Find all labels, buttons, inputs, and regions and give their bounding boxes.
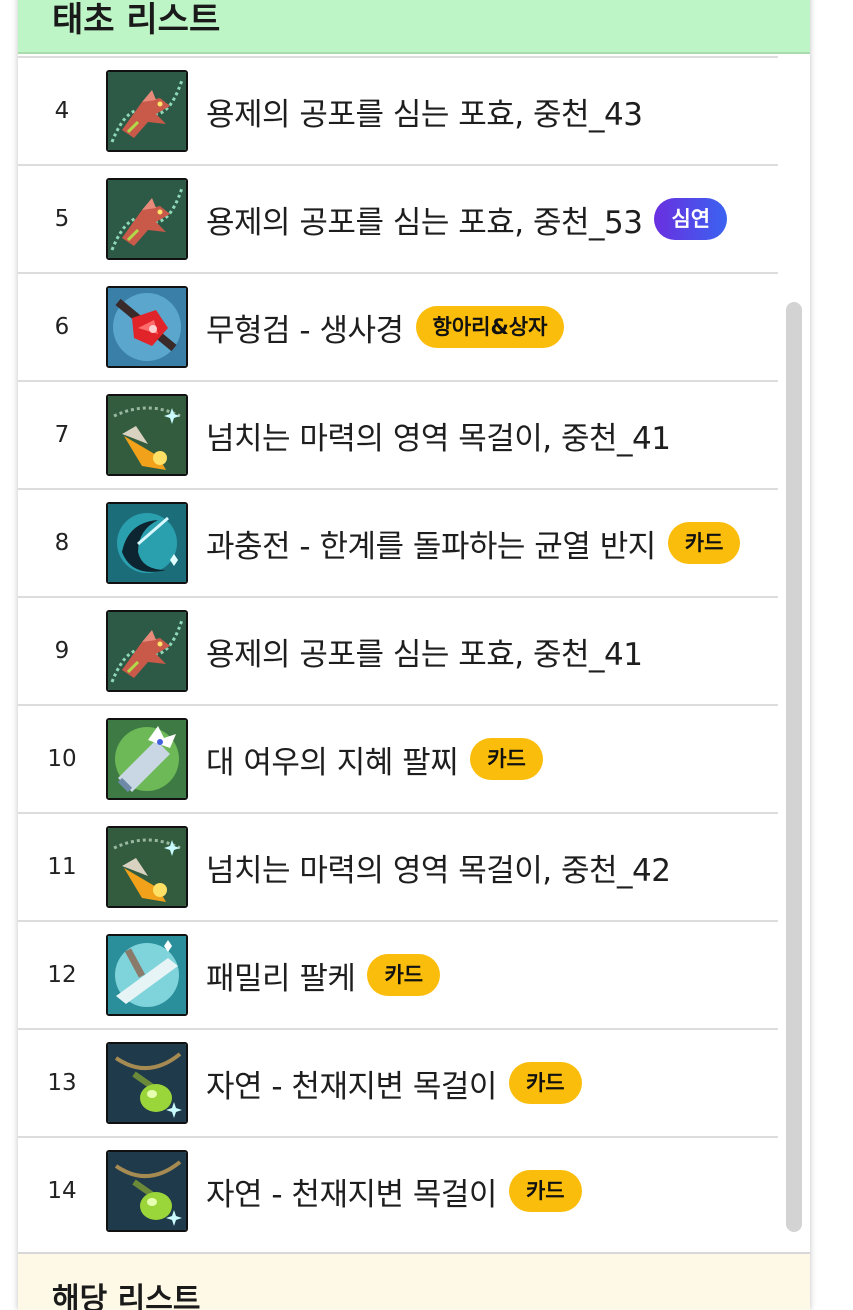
dragon-pendant-icon bbox=[106, 610, 188, 692]
list-item[interactable]: 10 대 여우의 지혜 팔찌 카드 bbox=[18, 704, 778, 812]
list-item[interactable]: 8 과충전 - 한계를 돌파하는 균열 반지 카드 bbox=[18, 488, 778, 596]
fire-necklace-icon bbox=[106, 394, 188, 476]
green-gem-necklace-icon bbox=[106, 1150, 188, 1232]
dragon-pendant-icon bbox=[106, 70, 188, 152]
item-rank: 12 bbox=[47, 962, 77, 988]
item-name[interactable]: 대 여우의 지혜 팔찌 bbox=[206, 737, 459, 782]
item-rank: 11 bbox=[47, 854, 77, 880]
sword-emblem-icon bbox=[106, 286, 188, 368]
list-item[interactable]: 11 넘치는 마력의 영역 목걸이, 중천_42 bbox=[18, 812, 778, 920]
abyss-badge: 심연 bbox=[654, 198, 728, 240]
card-badge: 카드 bbox=[508, 1170, 582, 1212]
item-rank: 10 bbox=[47, 746, 77, 772]
list-item[interactable]: 7 넘치는 마력의 영역 목걸이, 중천_41 bbox=[18, 380, 778, 488]
card-badge: 카드 bbox=[367, 954, 441, 996]
list-item[interactable]: 9 용제의 공포를 심는 포효, 중천_41 bbox=[18, 596, 778, 704]
item-name[interactable]: 패밀리 팔케 bbox=[206, 953, 356, 998]
item-name[interactable]: 넘치는 마력의 영역 목걸이, 중천_41 bbox=[206, 413, 671, 458]
fox-bracelet-icon bbox=[106, 718, 188, 800]
dragon-pendant-icon bbox=[106, 178, 188, 260]
card-badge: 카드 bbox=[508, 1062, 582, 1104]
item-rank: 7 bbox=[54, 422, 70, 448]
jar-box-badge: 항아리&상자 bbox=[415, 306, 565, 348]
list-item[interactable]: 6 무형검 - 생사경 항아리&상자 bbox=[18, 272, 778, 380]
item-list[interactable]: 4 용제의 공포를 심는 포효, 중천_43 5 용제의 공포를 심는 포효, … bbox=[18, 54, 778, 1252]
card-badge: 카드 bbox=[667, 522, 741, 564]
item-name-wrap: 용제의 공포를 심는 포효, 중천_43 bbox=[206, 58, 643, 164]
item-name-wrap: 넘치는 마력의 영역 목걸이, 중천_41 bbox=[206, 382, 671, 488]
list-title: 태초 리스트 bbox=[52, 0, 221, 40]
item-name[interactable]: 과충전 - 한계를 돌파하는 균열 반지 bbox=[206, 521, 656, 566]
item-name[interactable]: 용제의 공포를 심는 포효, 중천_53 bbox=[206, 197, 643, 242]
item-name[interactable]: 용제의 공포를 심는 포효, 중천_41 bbox=[206, 629, 643, 674]
next-section-title: 해당 리스트 bbox=[52, 1282, 201, 1310]
green-gem-necklace-icon bbox=[106, 1042, 188, 1124]
item-name[interactable]: 용제의 공포를 심는 포효, 중천_43 bbox=[206, 89, 643, 134]
item-name[interactable]: 자연 - 천재지변 목걸이 bbox=[206, 1169, 497, 1214]
list-item[interactable]: 4 용제의 공포를 심는 포효, 중천_43 bbox=[18, 56, 778, 164]
scrollbar[interactable] bbox=[786, 302, 802, 1232]
item-name-wrap: 자연 - 천재지변 목걸이 카드 bbox=[206, 1138, 582, 1244]
item-rank: 9 bbox=[54, 638, 70, 664]
item-name-wrap: 대 여우의 지혜 팔찌 카드 bbox=[206, 706, 543, 812]
item-name-wrap: 과충전 - 한계를 돌파하는 균열 반지 카드 bbox=[206, 490, 741, 596]
crescent-ring-icon bbox=[106, 502, 188, 584]
item-name-wrap: 자연 - 천재지변 목걸이 카드 bbox=[206, 1030, 582, 1136]
list-card: 태초 리스트 4 용제의 공포를 심는 포효, 중천_43 5 용제의 공포를 … bbox=[18, 0, 810, 1310]
list-item[interactable]: 13 자연 - 천재지변 목걸이 카드 bbox=[18, 1028, 778, 1136]
item-name-wrap: 패밀리 팔케 카드 bbox=[206, 922, 441, 1028]
item-name-wrap: 용제의 공포를 심는 포효, 중천_53 심연 bbox=[206, 166, 728, 272]
item-name-wrap: 용제의 공포를 심는 포효, 중천_41 bbox=[206, 598, 643, 704]
item-rank: 4 bbox=[54, 98, 70, 124]
family-bracelet-icon bbox=[106, 934, 188, 1016]
card-badge: 카드 bbox=[470, 738, 543, 780]
item-name[interactable]: 무형검 - 생사경 bbox=[206, 305, 404, 350]
next-section-header: 해당 리스트 bbox=[18, 1252, 810, 1310]
item-name[interactable]: 자연 - 천재지변 목걸이 bbox=[206, 1061, 497, 1106]
list-header: 태초 리스트 bbox=[18, 0, 810, 54]
item-rank: 5 bbox=[54, 206, 70, 232]
item-rank: 8 bbox=[54, 530, 70, 556]
list-item[interactable]: 5 용제의 공포를 심는 포효, 중천_53 심연 bbox=[18, 164, 778, 272]
item-name[interactable]: 넘치는 마력의 영역 목걸이, 중천_42 bbox=[206, 845, 671, 890]
item-name-wrap: 넘치는 마력의 영역 목걸이, 중천_42 bbox=[206, 814, 671, 920]
list-item[interactable]: 14 자연 - 천재지변 목걸이 카드 bbox=[18, 1136, 778, 1244]
list-item[interactable]: 12 패밀리 팔케 카드 bbox=[18, 920, 778, 1028]
item-rank: 6 bbox=[54, 314, 70, 340]
item-name-wrap: 무형검 - 생사경 항아리&상자 bbox=[206, 274, 565, 380]
item-rank: 13 bbox=[47, 1070, 77, 1096]
item-rank: 14 bbox=[47, 1178, 77, 1204]
fire-necklace-icon bbox=[106, 826, 188, 908]
